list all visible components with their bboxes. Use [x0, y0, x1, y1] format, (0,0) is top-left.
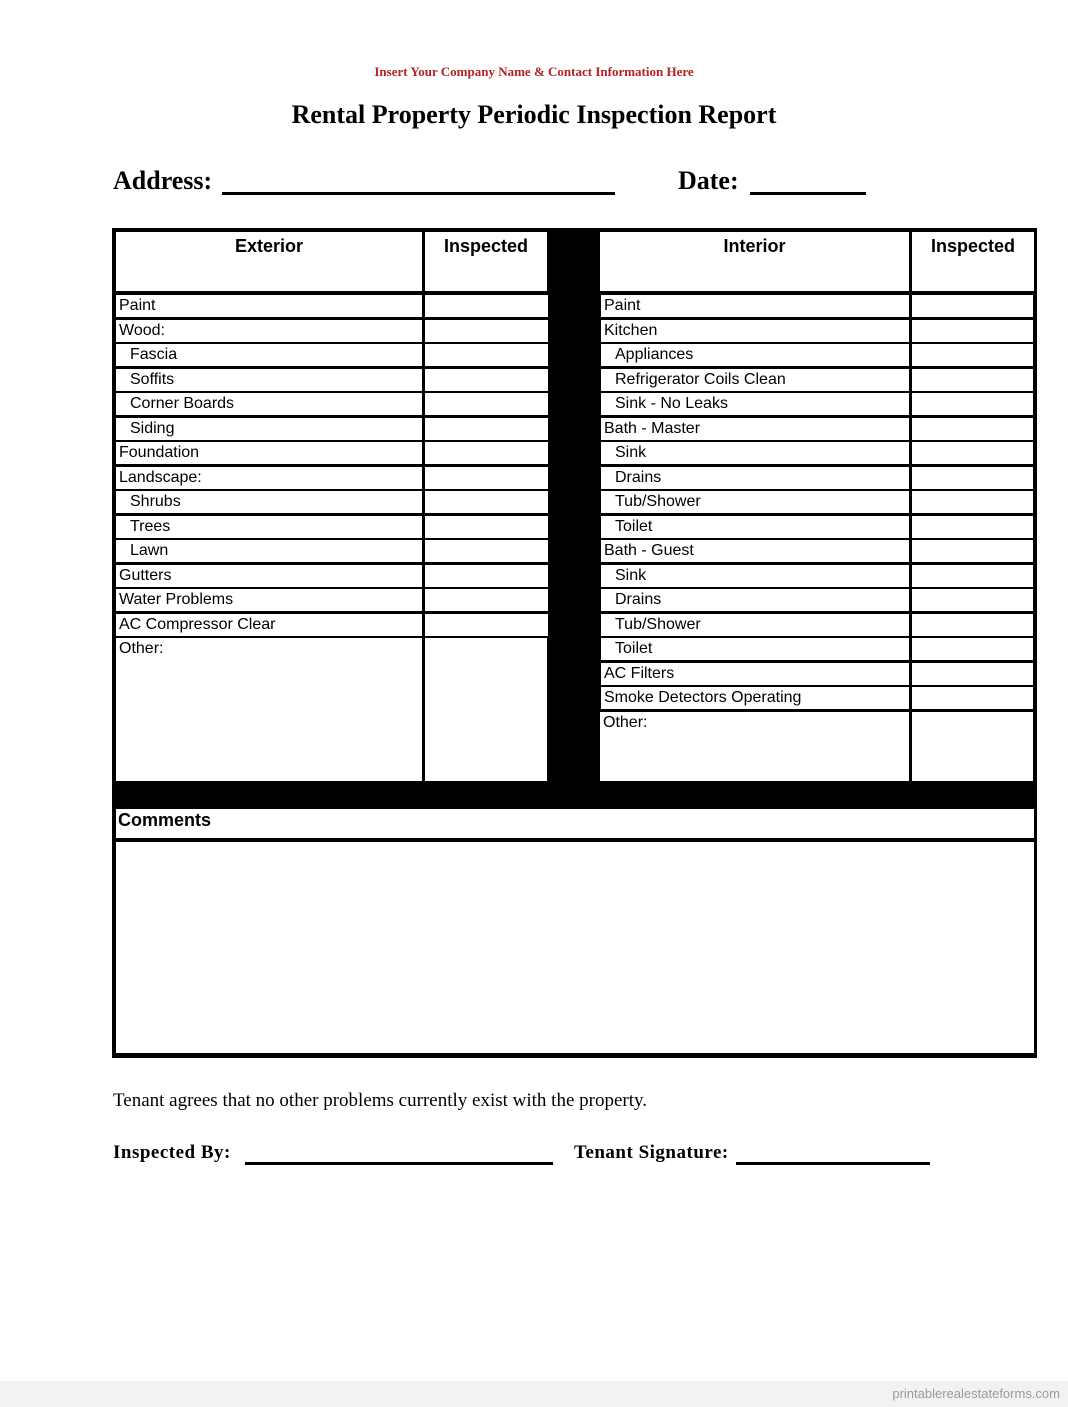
interior-item-label: Toilet — [601, 638, 909, 660]
exterior-item-label: Fascia — [116, 344, 422, 366]
exterior-item-label: Soffits — [116, 369, 422, 391]
exterior-inspected-cell[interactable] — [425, 491, 548, 513]
inspected-by-field[interactable] — [245, 1162, 553, 1165]
interior-item-label: Kitchen — [601, 320, 909, 342]
exterior-other-inspected-cell[interactable] — [425, 638, 547, 781]
exterior-inspected-cell[interactable] — [425, 540, 548, 562]
interior-item-label: Paint — [601, 295, 909, 317]
exterior-item-label: Water Problems — [116, 589, 422, 611]
interior-inspected-cell[interactable] — [912, 320, 1033, 342]
exterior-inspected-cell[interactable] — [425, 589, 548, 611]
exterior-inspected-cell[interactable] — [425, 565, 548, 587]
comments-label: Comments — [116, 809, 1034, 838]
interior-inspected-cell[interactable] — [912, 369, 1033, 391]
exterior-inspected-cell[interactable] — [425, 393, 548, 415]
interior-item-label: Smoke Detectors Operating — [601, 687, 909, 709]
exterior-inspected-cell[interactable] — [425, 614, 548, 636]
interior-inspected-cell[interactable] — [912, 442, 1033, 464]
exterior-item-label: Shrubs — [116, 491, 422, 513]
interior-inspected-cell[interactable] — [912, 516, 1033, 538]
exterior-inspected-cell[interactable] — [425, 320, 548, 342]
interior-inspected-cell[interactable] — [912, 295, 1033, 317]
exterior-item-label: Landscape: — [116, 467, 422, 489]
interior-inspected-cell[interactable] — [912, 418, 1033, 440]
tenant-signature-label: Tenant Signature: — [574, 1142, 729, 1163]
company-info-placeholder: Insert Your Company Name & Contact Infor… — [374, 64, 694, 79]
interior-item-label: Drains — [601, 589, 909, 611]
interior-item-label: Drains — [601, 467, 909, 489]
exterior-item-label: Siding — [116, 418, 422, 440]
inspected-by-label: Inspected By: — [113, 1142, 231, 1163]
interior-inspected-cell[interactable] — [912, 344, 1033, 366]
exterior-inspected-cell[interactable] — [425, 344, 548, 366]
interior-item-label: Bath - Master — [601, 418, 909, 440]
date-field[interactable] — [750, 192, 866, 195]
exterior-inspected-cell[interactable] — [425, 467, 548, 489]
interior-inspected-heading: Inspected — [912, 232, 1034, 291]
interior-heading: Interior — [600, 232, 909, 291]
interior-item-label: Sink - No Leaks — [601, 393, 909, 415]
exterior-item-label: Lawn — [116, 540, 422, 562]
interior-item-label: Tub/Shower — [601, 491, 909, 513]
exterior-heading: Exterior — [116, 232, 422, 291]
interior-item-label: AC Filters — [601, 663, 909, 685]
interior-item-label: Appliances — [601, 344, 909, 366]
exterior-inspected-cell[interactable] — [425, 418, 548, 440]
interior-inspected-cell[interactable] — [912, 663, 1033, 685]
exterior-item-label: Wood: — [116, 320, 422, 342]
exterior-inspected-heading: Inspected — [425, 232, 547, 291]
interior-inspected-cell[interactable] — [912, 589, 1033, 611]
tenant-signature-field[interactable] — [736, 1162, 930, 1165]
exterior-item-label: Foundation — [116, 442, 422, 464]
exterior-item-label: Gutters — [116, 565, 422, 587]
interior-inspected-cell[interactable] — [912, 491, 1033, 513]
interior-item-label: Tub/Shower — [601, 614, 909, 636]
interior-item-label: Sink — [601, 565, 909, 587]
exterior-item-label: Trees — [116, 516, 422, 538]
interior-item-label: Sink — [601, 442, 909, 464]
interior-inspected-cell[interactable] — [912, 687, 1033, 709]
exterior-inspected-cell[interactable] — [425, 516, 548, 538]
page-title: Rental Property Periodic Inspection Repo… — [291, 100, 777, 129]
interior-item-label: Bath - Guest — [601, 540, 909, 562]
exterior-other-field[interactable]: Other: — [116, 638, 422, 781]
address-field[interactable] — [222, 192, 615, 195]
interior-item-label: Toilet — [601, 516, 909, 538]
exterior-item-label: AC Compressor Clear — [116, 614, 422, 636]
watermark: printablerealestateforms.com — [892, 1386, 1060, 1401]
address-label: Address: — [113, 166, 213, 195]
interior-inspected-cell[interactable] — [912, 638, 1033, 660]
interior-item-label: Refrigerator Coils Clean — [601, 369, 909, 391]
interior-other-field[interactable]: Other: — [600, 712, 909, 781]
exterior-inspected-cell[interactable] — [425, 442, 548, 464]
tenant-agreement-text: Tenant agrees that no other problems cur… — [113, 1090, 648, 1111]
interior-inspected-cell[interactable] — [912, 540, 1033, 562]
interior-inspected-cell[interactable] — [912, 565, 1033, 587]
exterior-inspected-cell[interactable] — [425, 295, 548, 317]
interior-inspected-cell[interactable] — [912, 393, 1033, 415]
interior-inspected-cell[interactable] — [912, 467, 1033, 489]
exterior-item-label: Paint — [116, 295, 422, 317]
comments-field[interactable] — [116, 842, 1034, 1053]
footer-bar: printablerealestateforms.com — [0, 1381, 1068, 1407]
exterior-item-label: Corner Boards — [116, 393, 422, 415]
exterior-inspected-cell[interactable] — [425, 369, 548, 391]
interior-inspected-cell[interactable] — [912, 614, 1033, 636]
date-label: Date: — [678, 166, 739, 195]
interior-other-inspected-cell[interactable] — [912, 712, 1033, 781]
